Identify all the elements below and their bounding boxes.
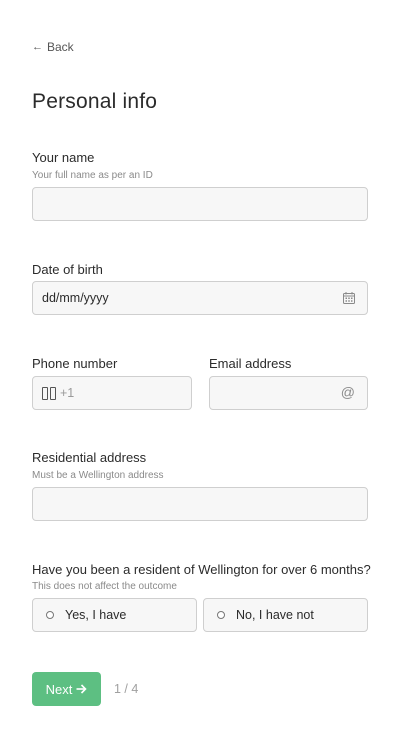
dob-placeholder: dd/mm/yyyy [42, 291, 109, 305]
radio-circle-icon [217, 611, 225, 619]
name-label: Your name [32, 150, 95, 165]
arrow-left-icon: ← [32, 41, 43, 53]
dob-input[interactable]: dd/mm/yyyy [32, 281, 368, 315]
phone-label: Phone number [32, 356, 118, 371]
flag-icon[interactable] [42, 387, 56, 400]
email-input[interactable]: @ [209, 376, 368, 410]
address-label: Residential address [32, 450, 147, 465]
email-label: Email address [209, 356, 292, 371]
phone-input[interactable]: +1 [32, 376, 192, 410]
dob-label: Date of birth [32, 262, 103, 277]
address-hint: Must be a Wellington address [32, 470, 164, 481]
radio-option-yes[interactable]: Yes, I have [32, 598, 197, 632]
next-button[interactable]: Next [32, 672, 101, 706]
residency-question: Have you been a resident of Wellington f… [32, 562, 371, 577]
step-indicator: 1 / 4 [114, 682, 139, 696]
page-title: Personal info [32, 90, 158, 113]
radio-label-no: No, I have not [236, 608, 314, 622]
next-label: Next [45, 681, 73, 697]
address-input[interactable] [32, 487, 368, 521]
back-label: Back [47, 40, 74, 54]
at-sign-icon: @ [340, 384, 355, 400]
name-hint: Your full name as per an ID [32, 170, 153, 181]
arrow-right-icon [76, 684, 87, 694]
calendar-icon[interactable] [343, 292, 355, 304]
radio-option-no[interactable]: No, I have not [203, 598, 368, 632]
radio-circle-icon [46, 611, 54, 619]
country-code: +1 [60, 386, 75, 400]
residency-hint: This does not affect the outcome [32, 581, 177, 592]
back-link[interactable]: ← Back [32, 40, 74, 54]
radio-label-yes: Yes, I have [65, 608, 127, 622]
name-input[interactable] [32, 187, 368, 221]
